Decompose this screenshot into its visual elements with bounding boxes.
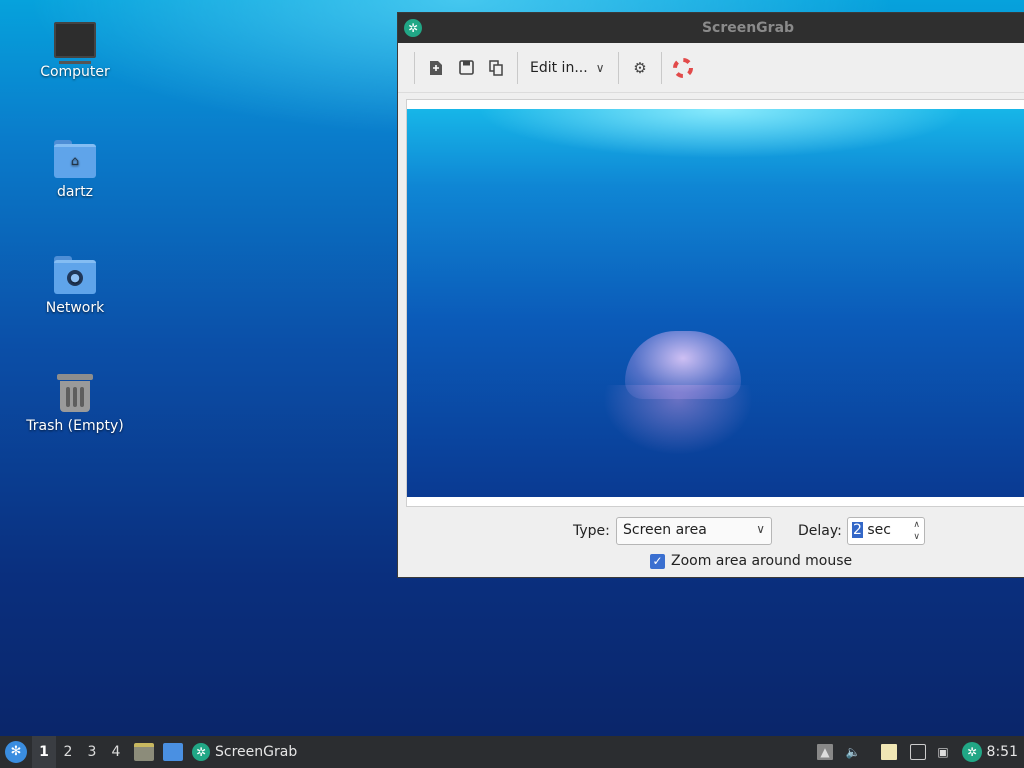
taskbar-task-label: ScreenGrab (215, 744, 298, 760)
lxqt-menu-icon: ✻ (10, 744, 22, 759)
screengrab-app-icon: ✲ (192, 743, 210, 761)
workspace-1[interactable]: 1 (32, 736, 56, 768)
copy-button[interactable] (481, 53, 511, 83)
volume-icon[interactable]: 🔈 (845, 744, 861, 760)
screengrab-tray-icon[interactable]: ✲ (962, 742, 982, 762)
delay-spinbox[interactable]: 2 sec ∧ ∨ (847, 517, 925, 545)
zoom-checkbox-row[interactable]: ✓ Zoom area around mouse (650, 553, 852, 569)
new-screenshot-icon (430, 60, 442, 75)
screengrab-window: ✲ ScreenGrab Edit in... ∨ ⚙ Type: Screen… (397, 12, 1024, 578)
desktop-icon-label: Network (45, 300, 105, 316)
save-icon (458, 60, 474, 75)
zoom-checkbox-label: Zoom area around mouse (671, 553, 853, 569)
workspace-3[interactable]: 3 (80, 736, 104, 768)
chevron-down-icon: ∨ (595, 60, 605, 75)
spin-down-icon[interactable]: ∨ (913, 531, 920, 543)
desktop-icon-label: dartz (56, 184, 94, 200)
new-screenshot-button[interactable] (421, 53, 451, 83)
toolbar: Edit in... ∨ ⚙ (398, 43, 1024, 93)
window-titlebar[interactable]: ✲ ScreenGrab (398, 13, 1024, 43)
delay-value[interactable]: 2 (852, 522, 863, 538)
edit-in-dropdown[interactable]: Edit in... ∨ (524, 53, 612, 83)
delay-unit: sec (862, 522, 891, 538)
zoom-checkbox[interactable]: ✓ (650, 553, 665, 569)
toolbar-separator (517, 51, 518, 84)
eject-media-icon[interactable]: ▲ (817, 744, 833, 760)
trash-icon (57, 372, 93, 412)
type-select[interactable]: Screen area ∨ (616, 517, 772, 545)
notification-icon[interactable]: ▣ (935, 744, 951, 760)
desktop-icon-network[interactable]: ● Network (15, 256, 135, 316)
type-select-value: Screen area (623, 522, 707, 538)
type-label: Type: (573, 523, 610, 539)
network-folder-icon: ● (54, 256, 96, 294)
start-menu-button[interactable]: ✻ (5, 741, 27, 763)
desktop-icon-label: Trash (Empty) (26, 418, 124, 434)
taskbar: ✻ 1 2 3 4 ✲ ScreenGrab ▲ 🔈 ▣ ✲ 8:51 (0, 736, 1024, 768)
clock[interactable]: 8:51 (987, 736, 1018, 768)
computer-icon (54, 22, 96, 64)
screenshot-preview-image (407, 109, 1024, 497)
edit-in-label: Edit in... (530, 59, 588, 76)
toolbar-separator (618, 51, 619, 84)
home-folder-icon: ⌂ (54, 140, 96, 178)
desktop-icon-trash[interactable]: Trash (Empty) (15, 372, 135, 434)
toolbar-separator (414, 51, 415, 84)
save-button[interactable] (451, 53, 481, 83)
delay-label: Delay: (798, 523, 842, 539)
file-manager-launcher-icon[interactable] (134, 743, 154, 761)
workspace-2[interactable]: 2 (56, 736, 80, 768)
screenshot-preview-frame (406, 99, 1024, 507)
network-status-icon[interactable] (910, 744, 926, 760)
show-desktop-icon[interactable] (163, 743, 183, 761)
help-lifebuoy-icon (673, 57, 693, 78)
desktop-icon-computer[interactable]: Computer (15, 22, 135, 80)
settings-button[interactable]: ⚙ (625, 53, 655, 83)
clipboard-icon[interactable] (881, 744, 897, 760)
copy-icon (489, 59, 503, 76)
spin-arrows[interactable]: ∧ ∨ (913, 519, 920, 543)
help-button[interactable] (668, 53, 698, 83)
spin-up-icon[interactable]: ∧ (913, 519, 920, 531)
desktop-icon-label: Computer (40, 64, 110, 80)
desktop-icon-home[interactable]: ⌂ dartz (15, 140, 135, 200)
gear-icon: ⚙ (633, 58, 647, 77)
taskbar-task-screengrab[interactable]: ✲ ScreenGrab (192, 736, 297, 768)
preview-jellyfish-bell (625, 331, 741, 399)
window-title: ScreenGrab (701, 20, 795, 36)
workspace-4[interactable]: 4 (104, 736, 128, 768)
toolbar-separator (661, 51, 662, 84)
capture-controls: Type: Screen area ∨ Delay: 2 sec ∧ ∨ ✓ Z… (398, 515, 1024, 575)
chevron-down-icon: ∨ (756, 522, 765, 536)
